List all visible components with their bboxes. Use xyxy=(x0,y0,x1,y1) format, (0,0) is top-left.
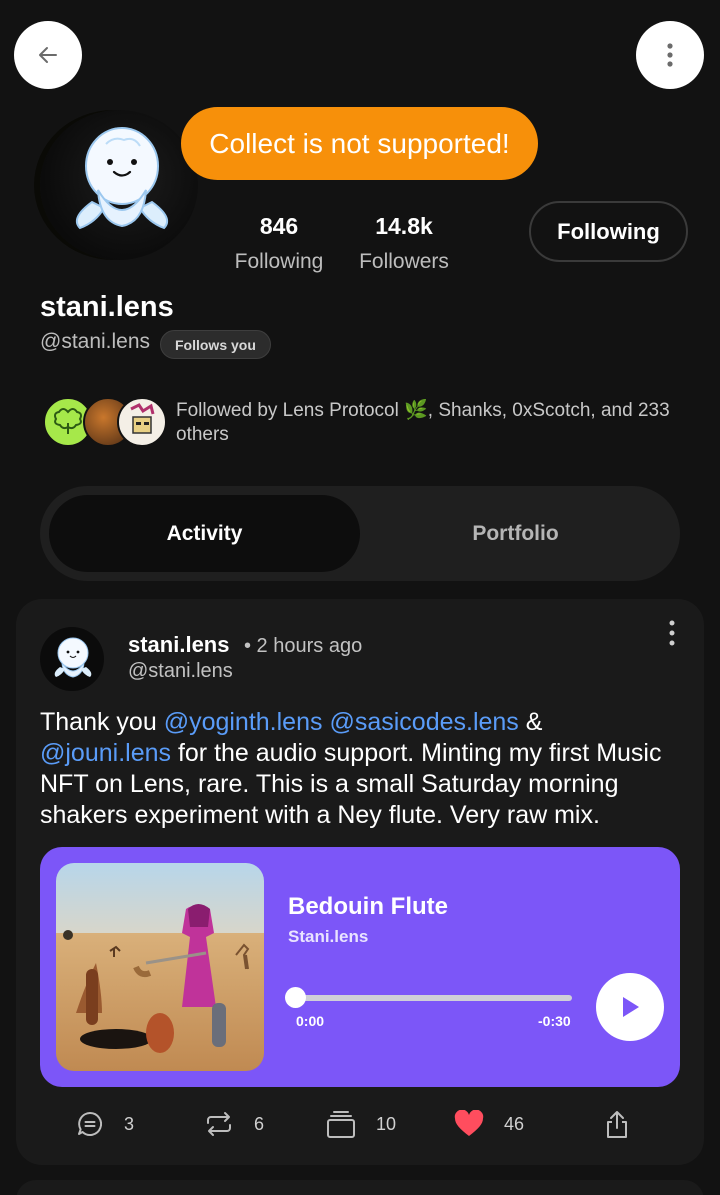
post-card[interactable]: stani.lens • 2 hours ago @stani.lens Tha… xyxy=(16,599,704,1165)
mirror-button[interactable]: 6 xyxy=(204,1104,264,1144)
followed-by-text[interactable]: Followed by Lens Protocol 🌿, Shanks, 0xS… xyxy=(176,399,676,447)
album-cover-image xyxy=(56,863,264,1071)
mention-link[interactable]: @sasicodes.lens xyxy=(329,708,518,736)
post-timestamp: • 2 hours ago xyxy=(244,635,363,657)
more-vertical-icon xyxy=(667,43,673,67)
post-text: & xyxy=(518,708,543,736)
arrow-left-icon xyxy=(39,47,57,63)
followers-count: 14.8k xyxy=(375,213,433,239)
remaining-time: -0:30 xyxy=(538,1013,571,1029)
profile-avatar[interactable] xyxy=(40,110,200,260)
post-body: Thank you @yoginth.lens @sasicodes.lens … xyxy=(40,707,680,831)
following-stat[interactable]: 846 Following xyxy=(228,213,330,274)
post-text: Thank you xyxy=(40,708,164,736)
followers-stat[interactable]: 14.8k Followers xyxy=(352,213,456,274)
ghost-avatar-image xyxy=(54,637,92,678)
toast-message: Collect is not supported! xyxy=(209,127,510,159)
profile-display-name: stani.lens xyxy=(40,291,174,323)
post-author-handle[interactable]: @stani.lens xyxy=(128,660,233,683)
mention-link[interactable]: @yoginth.lens xyxy=(164,708,323,736)
play-icon xyxy=(623,997,639,1017)
repost-icon xyxy=(207,1112,231,1136)
error-toast: Collect is not supported! xyxy=(181,107,538,180)
play-button[interactable] xyxy=(596,973,664,1041)
comment-button[interactable]: 3 xyxy=(76,1104,134,1144)
follows-you-badge: Follows you xyxy=(160,330,271,359)
mention-link[interactable]: @jouni.lens xyxy=(40,739,171,767)
collection-icon xyxy=(327,1111,355,1138)
profile-handle: @stani.lens xyxy=(40,330,151,353)
mutual-followers-avatars[interactable] xyxy=(43,397,167,449)
post-actions: 3 6 10 46 xyxy=(16,1104,704,1144)
post-author-name[interactable]: stani.lens xyxy=(128,632,229,658)
like-button[interactable]: 46 xyxy=(454,1104,524,1144)
current-time: 0:00 xyxy=(296,1013,325,1029)
following-button[interactable]: Following xyxy=(529,201,688,262)
profile-tabs: Activity Portfolio xyxy=(40,486,680,581)
track-artist: Stani.lens xyxy=(288,927,369,946)
like-count: 46 xyxy=(504,1113,525,1134)
post-more-button[interactable] xyxy=(660,619,684,647)
followers-label: Followers xyxy=(359,250,449,273)
post-author-avatar[interactable] xyxy=(40,627,104,691)
collect-button[interactable]: 10 xyxy=(326,1104,396,1144)
seek-handle[interactable] xyxy=(285,987,306,1008)
seek-bar[interactable] xyxy=(296,995,572,1001)
oxscotch-avatar xyxy=(117,397,167,447)
share-icon xyxy=(607,1111,627,1138)
heart-icon xyxy=(454,1110,484,1136)
music-player-card: Bedouin Flute Stani.lens 0:00 -0:30 xyxy=(40,847,680,1087)
comment-icon xyxy=(78,1111,102,1136)
more-options-button[interactable] xyxy=(636,21,704,89)
share-button[interactable] xyxy=(604,1104,650,1144)
collect-count: 10 xyxy=(376,1113,397,1134)
following-count: 846 xyxy=(259,213,299,239)
next-post-card[interactable] xyxy=(16,1180,704,1195)
back-button[interactable] xyxy=(14,21,82,89)
more-vertical-icon xyxy=(669,620,675,646)
comment-count: 3 xyxy=(124,1113,135,1134)
following-label: Following xyxy=(234,250,324,273)
tab-portfolio[interactable]: Portfolio xyxy=(360,495,671,572)
ghost-avatar-image xyxy=(76,127,168,230)
tab-activity[interactable]: Activity xyxy=(49,495,360,572)
track-title: Bedouin Flute xyxy=(288,893,448,920)
mirror-count: 6 xyxy=(254,1113,265,1134)
